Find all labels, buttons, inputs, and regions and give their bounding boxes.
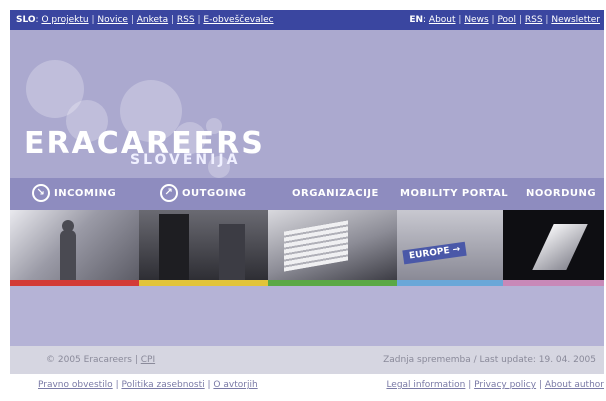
spacecraft-shape xyxy=(532,224,588,270)
incoming-arrow-icon: ↘ xyxy=(32,184,50,202)
copyright: © 2005 Eracareers | CPI xyxy=(46,355,156,365)
cpi-link[interactable]: CPI xyxy=(141,355,155,365)
link-o-avtorjih[interactable]: O avtorjih xyxy=(213,380,257,390)
slo-link-novice[interactable]: Novice xyxy=(97,15,128,25)
nav-label: OUTGOING xyxy=(182,188,247,199)
en-link-about[interactable]: About xyxy=(429,15,456,25)
photo-outgoing[interactable] xyxy=(139,210,268,280)
person-silhouette xyxy=(60,230,76,280)
en-link-news[interactable]: News xyxy=(464,15,488,25)
outgoing-arrow-icon: ↗ xyxy=(160,184,178,202)
slo-link-e-obvescevalec[interactable]: E-obveščevalec xyxy=(203,15,273,25)
link-legal-information[interactable]: Legal information xyxy=(386,380,465,390)
footer-info-bar: © 2005 Eracareers | CPI Zadnja sprememba… xyxy=(10,346,604,374)
nav-item-mobility-portal[interactable]: MOBILITY PORTAL xyxy=(400,178,508,210)
footer-links-si: Pravno obvestilo | Politika zasebnosti |… xyxy=(38,380,258,390)
last-update: Zadnja sprememba / Last update: 19. 04. … xyxy=(383,355,596,365)
link-politika-zasebnosti[interactable]: Politika zasebnosti xyxy=(121,380,204,390)
nav-item-organizacije[interactable]: ORGANIZACIJE xyxy=(292,178,379,210)
en-link-newsletter[interactable]: Newsletter xyxy=(551,15,600,25)
slo-link-anketa[interactable]: Anketa xyxy=(137,15,168,25)
nav-item-incoming[interactable]: ↘ INCOMING xyxy=(32,178,116,210)
en-label: EN xyxy=(409,15,423,25)
nav-label: MOBILITY PORTAL xyxy=(400,188,509,199)
link-about-author[interactable]: About author xyxy=(545,380,604,390)
en-link-pool[interactable]: Pool xyxy=(497,15,516,25)
footer-links-en: Legal information | Privacy policy | Abo… xyxy=(386,380,604,390)
nav-label: NOORDUNG xyxy=(526,188,597,199)
footer-links: Pravno obvestilo | Politika zasebnosti |… xyxy=(10,374,604,396)
link-pravno-obvestilo[interactable]: Pravno obvestilo xyxy=(38,380,113,390)
nav-label: INCOMING xyxy=(54,188,117,199)
slo-link-rss[interactable]: RSS xyxy=(177,15,195,25)
photo-incoming[interactable] xyxy=(10,210,139,280)
person-silhouette xyxy=(219,224,245,280)
paper-stack xyxy=(284,220,348,272)
content-band xyxy=(10,286,604,346)
photo-noordung[interactable] xyxy=(503,210,604,280)
nav-item-noordung[interactable]: NOORDUNG xyxy=(526,178,596,210)
slo-nav: SLO: O projektu | Novice | Anketa | RSS … xyxy=(16,15,274,25)
photo-mobility-portal[interactable]: EUROPE → xyxy=(397,210,503,280)
top-language-bar: SLO: O projektu | Novice | Anketa | RSS … xyxy=(10,10,604,30)
slo-link-o-projektu[interactable]: O projektu xyxy=(41,15,88,25)
europe-sign-text: EUROPE → xyxy=(408,244,461,262)
link-privacy-policy[interactable]: Privacy policy xyxy=(474,380,536,390)
copyright-text: © 2005 Eracareers xyxy=(46,355,132,365)
main-nav: ↘ INCOMING ↗ OUTGOING ORGANIZACIJE MOBILIT… xyxy=(10,178,604,210)
header-banner: ERACAREERS SLOVENIJA xyxy=(10,30,604,178)
nav-item-outgoing[interactable]: ↗ OUTGOING xyxy=(160,178,246,210)
europe-sign: EUROPE → xyxy=(402,241,468,265)
photo-organizacije[interactable] xyxy=(268,210,397,280)
photo-strip: EUROPE → xyxy=(10,210,604,280)
nav-label: ORGANIZACIJE xyxy=(292,188,379,199)
slo-label: SLO xyxy=(16,15,36,25)
en-link-rss[interactable]: RSS xyxy=(525,15,543,25)
en-nav: EN: About | News | Pool | RSS | Newslett… xyxy=(409,15,600,25)
person-silhouette xyxy=(159,214,189,280)
person-head xyxy=(62,220,74,232)
site-logo-subtitle: SLOVENIJA xyxy=(130,152,241,168)
